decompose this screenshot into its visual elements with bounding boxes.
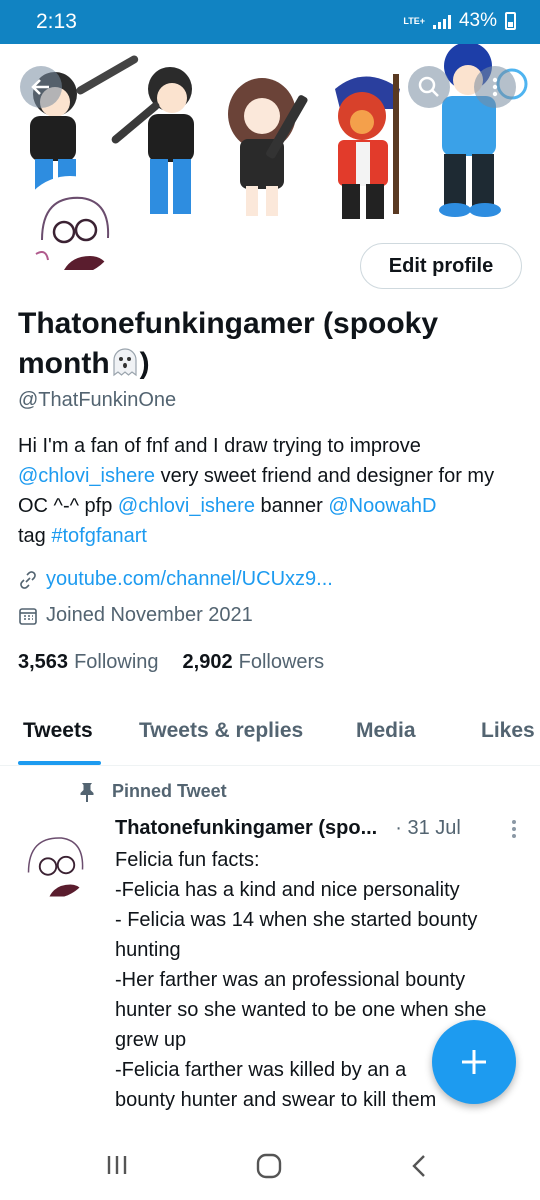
followers-count: 2,902 <box>182 651 233 673</box>
tweet-more-icon[interactable] <box>511 819 517 839</box>
avatar-artwork <box>22 180 118 276</box>
search-button[interactable] <box>408 66 450 108</box>
tweet-line: - Felicia was 14 when she started bounty… <box>115 909 478 961</box>
follow-stats: 3,563 Following 2,902 Followers <box>18 651 324 674</box>
profile-handle: @ThatFunkinOne <box>18 389 177 411</box>
chevron-left-icon[interactable] <box>408 1152 432 1180</box>
joined-text: Joined November 2021 <box>46 604 253 626</box>
profile-website: youtube.com/channel/UCUxz9... <box>18 568 333 591</box>
profile-display-name: Thatonefunkingamer (spooky month) <box>18 304 518 384</box>
more-button[interactable] <box>474 66 516 108</box>
banner-character-3 <box>228 78 308 216</box>
tweet-line: -Felicia has a kind and nice personality <box>115 879 460 901</box>
home-icon[interactable] <box>255 1152 283 1180</box>
status-bar: 2:13 LTE+ 43% <box>0 0 540 44</box>
status-icons: LTE+ 43% <box>403 10 516 32</box>
display-name-end: ) <box>139 347 150 380</box>
pin-icon <box>80 782 94 802</box>
website-link[interactable]: youtube.com/channel/UCUxz9... <box>46 568 333 591</box>
bio-text: tag <box>18 525 52 547</box>
profile-bio: Hi I'm a fan of fnf and I draw trying to… <box>18 431 523 551</box>
followers-link[interactable]: 2,902 Followers <box>183 651 325 674</box>
edit-profile-button[interactable]: Edit profile <box>360 243 522 289</box>
bio-mention-noowahd[interactable]: @NoowahD <box>328 495 436 517</box>
bio-hashtag[interactable]: #tofgfanart <box>51 525 147 547</box>
tab-tweets[interactable]: Tweets <box>23 719 93 743</box>
active-tab-indicator <box>18 761 101 765</box>
following-link[interactable]: 3,563 Following <box>18 651 159 674</box>
back-button[interactable] <box>20 66 62 108</box>
profile-joined-date: Joined November 2021 <box>18 604 253 627</box>
bio-text: banner <box>254 495 329 517</box>
status-time: 2:13 <box>36 10 77 33</box>
battery-percent: 43% <box>458 10 497 31</box>
plus-icon <box>462 1050 486 1074</box>
compose-tweet-button[interactable] <box>432 1020 516 1104</box>
tweet-avatar[interactable] <box>18 826 90 898</box>
profile-avatar[interactable] <box>18 176 122 280</box>
following-count: 3,563 <box>18 651 69 673</box>
pinned-text: Pinned Tweet <box>112 781 227 801</box>
more-vertical-icon <box>492 77 498 97</box>
link-icon <box>20 570 36 589</box>
content-fade <box>0 1110 540 1134</box>
signal-icon <box>432 13 451 29</box>
search-icon <box>418 76 439 97</box>
bio-text: Hi I'm a fan of fnf and I draw trying to… <box>18 435 421 457</box>
pinned-tweet-label: Pinned Tweet <box>78 781 227 802</box>
tab-tweets-replies[interactable]: Tweets & replies <box>139 719 303 743</box>
recents-icon[interactable] <box>104 1152 130 1178</box>
bio-mention-chlovi[interactable]: @chlovi_ishere <box>118 495 255 517</box>
tweet-header: Thatonefunkingamer (spo... · 31 Jul <box>115 817 525 840</box>
tweet-avatar-artwork <box>18 826 90 898</box>
calendar-icon <box>19 607 37 625</box>
system-nav-bar <box>0 1134 540 1200</box>
battery-icon <box>505 12 516 30</box>
banner-character-4 <box>335 74 400 219</box>
tweet-author[interactable]: Thatonefunkingamer (spo... <box>115 817 377 840</box>
following-label: Following <box>74 651 159 673</box>
network-type: LTE+ <box>403 15 425 26</box>
display-name-text: Thatonefunkingamer (spooky month <box>18 307 439 380</box>
tweet-date[interactable]: · 31 Jul <box>395 817 461 840</box>
tab-media[interactable]: Media <box>356 719 416 743</box>
tweet-line: Felicia fun facts: <box>115 849 260 871</box>
ghost-emoji-icon <box>113 348 137 377</box>
bio-mention-chlovi[interactable]: @chlovi_ishere <box>18 465 155 487</box>
tab-likes[interactable]: Likes <box>481 719 535 743</box>
profile-tabs: Tweets Tweets & replies Media Likes <box>0 704 540 766</box>
followers-label: Followers <box>238 651 325 673</box>
banner-character-2 <box>111 67 194 214</box>
arrow-left-icon <box>31 79 49 95</box>
